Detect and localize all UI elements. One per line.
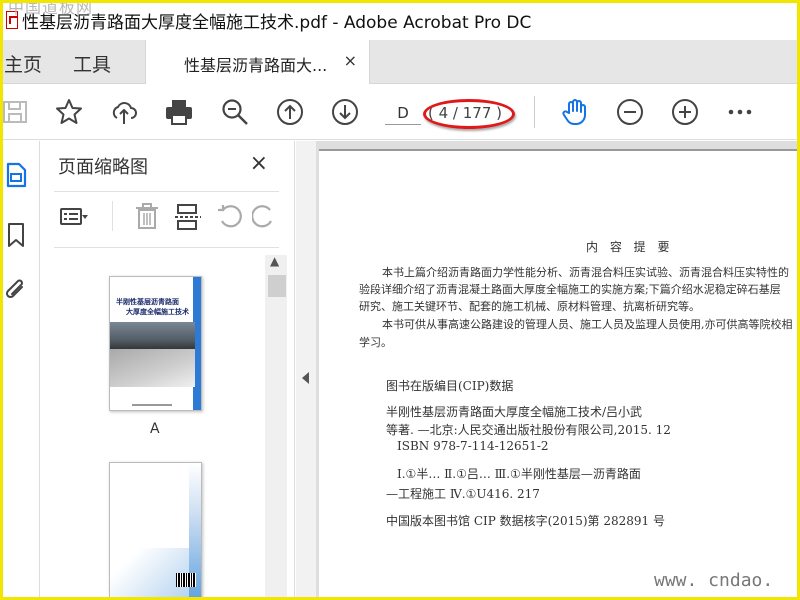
attachment-icon[interactable] xyxy=(2,276,30,304)
doc-line-2: 验段详细介绍了沥青混凝土路面大厚度全幅施工的实施方案;下篇介绍水泥稳定碎石基层 xyxy=(359,283,781,296)
cip-line-2: 等著. —北京:人民交通出版社股份有限公司,2015. 12 xyxy=(386,423,671,437)
extract-page-icon[interactable] xyxy=(173,201,203,231)
tab-document-label: 性基层沥青路面大... xyxy=(184,56,328,75)
page-down-icon[interactable] xyxy=(329,96,361,128)
zoom-in-icon[interactable] xyxy=(669,96,701,128)
watermark-top: 中国道板网 xyxy=(8,0,94,17)
close-panel-icon[interactable]: × xyxy=(250,151,268,176)
cip-line-3: ISBN 978-7-114-12651-2 xyxy=(397,439,549,453)
upload-icon[interactable] xyxy=(108,96,140,128)
more-icon[interactable] xyxy=(724,96,756,128)
page-thumbnails-icon[interactable] xyxy=(2,161,30,189)
thumbnail-scrollbar[interactable] xyxy=(265,255,287,600)
cover-publisher-line xyxy=(132,404,172,406)
watermark-bottom: www. cndao. com xyxy=(654,570,774,600)
page-thumbnail-1-label: A xyxy=(150,421,160,437)
close-tab-icon[interactable]: × xyxy=(344,51,357,70)
delete-page-icon[interactable] xyxy=(132,201,162,231)
doc-heading: 内 容 提 要 xyxy=(586,240,674,254)
bookmark-icon[interactable] xyxy=(2,221,30,249)
cip-line-4: Ⅰ.①半… Ⅱ.①吕… Ⅲ.①半刚性基层—沥青路面 xyxy=(397,467,641,481)
doc-line-3: 研究、施工关键环节、配套的施工机械、原材料管理、抗离析研究等。 xyxy=(359,300,700,313)
cip-line-1: 半刚性基层沥青路面大厚度全幅施工技术/吕小武 xyxy=(386,405,643,419)
panel-title: 页面缩略图 xyxy=(58,157,148,178)
doc-line-4: 本书可供从事高速公路建设的管理人员、施工人员及监理人员使用,亦可供高等院校相 xyxy=(382,318,793,331)
pdf-page: 内 容 提 要 本书上篇介绍沥青路面力学性能分析、沥青混合料压实试验、沥青混合料… xyxy=(319,149,800,600)
tab-document[interactable]: 性基层沥青路面大... × xyxy=(145,40,370,84)
panel-divider xyxy=(54,191,279,192)
rotate-ccw-icon[interactable] xyxy=(215,201,245,231)
toolbar: D ( 4 / 177 ) xyxy=(0,84,800,140)
doc-line-1: 本书上篇介绍沥青路面力学性能分析、沥青混合料压实试验、沥青混合料压实特性的 xyxy=(382,266,789,279)
title-bar: 性基层沥青路面大厚度全幅施工技术.pdf - Adobe Acrobat Pro… xyxy=(0,0,800,40)
toolbar-divider xyxy=(534,96,535,128)
panel-divider-2 xyxy=(54,247,279,248)
cip-title: 图书在版编目(CIP)数据 xyxy=(386,379,514,393)
tab-home[interactable]: 主页 xyxy=(4,50,42,77)
star-icon[interactable] xyxy=(53,96,85,128)
cover-title-line1: 半刚性基层沥青路面 xyxy=(116,298,179,306)
page-count-highlight xyxy=(423,99,515,129)
panel-collapse-bar[interactable] xyxy=(296,141,316,600)
scroll-up-icon[interactable]: ▲ xyxy=(270,254,279,268)
tab-bar: 主页 工具 性基层沥青路面大... × xyxy=(0,40,800,84)
scrollbar-thumb[interactable] xyxy=(268,275,286,297)
page-thumbnail-1[interactable]: 半刚性基层沥青路面 大厚度全幅施工技术 xyxy=(109,276,202,411)
page-thumbnail-2[interactable] xyxy=(109,462,202,600)
hand-icon[interactable] xyxy=(559,96,591,128)
cip-line-6: 中国版本图书馆 CIP 数据核字(2015)第 282891 号 xyxy=(386,514,665,528)
cover-road-image xyxy=(110,349,195,387)
window-title: 性基层沥青路面大厚度全幅施工技术.pdf - Adobe Acrobat Pro… xyxy=(22,12,532,33)
page-up-icon[interactable] xyxy=(274,96,306,128)
left-rail xyxy=(0,141,40,600)
zoom-out-icon[interactable] xyxy=(614,96,646,128)
cover-title-line2: 大厚度全幅施工技术 xyxy=(126,308,189,316)
rotate-cw-icon[interactable] xyxy=(252,201,277,231)
page-number-input[interactable]: D xyxy=(385,101,421,125)
cip-line-5: —工程施工 Ⅳ.①U416. 217 xyxy=(386,487,540,501)
save-icon[interactable] xyxy=(0,96,32,128)
document-view[interactable]: 内 容 提 要 本书上篇介绍沥青路面力学性能分析、沥青混合料压实试验、沥青混合料… xyxy=(316,141,800,600)
tab-tools[interactable]: 工具 xyxy=(73,50,111,77)
collapse-arrow-icon[interactable] xyxy=(302,372,309,384)
print-icon[interactable] xyxy=(163,96,195,128)
barcode-icon xyxy=(176,573,196,587)
doc-line-5: 学习。 xyxy=(359,336,392,349)
panel-tool-divider xyxy=(112,201,113,231)
zoom-out-search-icon[interactable] xyxy=(219,96,251,128)
thumbnail-options-icon[interactable] xyxy=(58,201,88,231)
